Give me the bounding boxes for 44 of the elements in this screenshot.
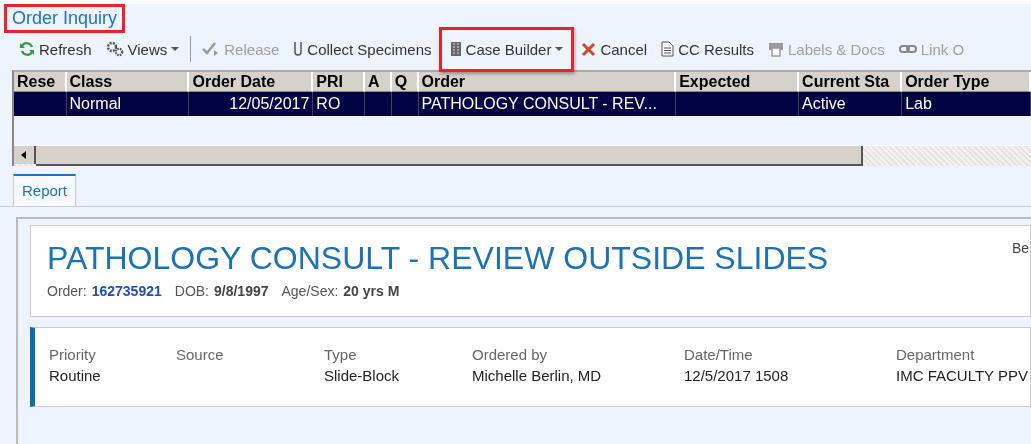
report-tab[interactable]: Report <box>13 174 77 206</box>
meta-value: 9/8/1997 <box>214 283 269 299</box>
order-number-link[interactable]: 162735921 <box>91 283 162 299</box>
meta-value: 20 yrs M <box>343 283 400 299</box>
detail-label: Source <box>176 346 225 363</box>
refresh-icon <box>19 41 35 57</box>
document-icon <box>661 41 675 57</box>
detail-value: Routine <box>49 367 102 384</box>
toolbar-button[interactable]: Collect Specimens <box>286 31 439 67</box>
toolbar-button[interactable]: CC Results <box>654 31 761 67</box>
detail-label: Type <box>324 346 358 363</box>
table-row[interactable]: Normal 12/05/2017 RO PATHOLOGY CONSULT - REV... Active Lab <box>14 92 1031 116</box>
detail-value: IMC FACULTY PPV <box>896 367 1028 384</box>
table-cell: Active <box>802 95 846 112</box>
table-cell: PATHOLOGY CONSULT - REV... <box>421 95 657 112</box>
table-cell: Normal <box>69 95 122 112</box>
scrollbar-thumb[interactable] <box>36 146 863 166</box>
toolbar-button[interactable]: Refresh <box>12 31 99 67</box>
toolbar-button[interactable]: Views <box>98 31 187 67</box>
corner-text: Be <box>1011 240 1029 258</box>
horizontal-scrollbar[interactable] <box>14 145 1031 166</box>
detail-label: Department <box>896 346 976 363</box>
toolbar-button[interactable]: Case Builder <box>438 26 575 72</box>
building-icon <box>449 41 462 57</box>
gears-icon <box>105 41 124 57</box>
table-cell: Lab <box>905 95 932 112</box>
table-cell: RO <box>316 95 341 112</box>
printer-icon <box>768 41 784 57</box>
report-heading: PATHOLOGY CONSULT - REVIEW OUTSIDE SLIDES <box>47 240 829 277</box>
detail-label: Ordered by <box>472 346 549 363</box>
detail-value: Slide-Block <box>324 367 401 384</box>
detail-label: Priority <box>49 346 97 363</box>
meta-label: Order: <box>47 283 87 299</box>
detail-label: Date/Time <box>684 346 754 363</box>
test-tube-icon <box>293 41 304 57</box>
page-title: Order Inquiry <box>4 4 126 33</box>
table-cell: 12/05/2017 <box>229 95 310 112</box>
link-icon <box>898 43 917 55</box>
close-icon <box>581 41 597 57</box>
toolbar-button[interactable]: Cancel <box>574 31 655 67</box>
detail-value: 12/5/2017 1508 <box>684 367 790 384</box>
meta-label: Age/Sex: <box>281 283 339 299</box>
meta-label: DOB: <box>174 283 209 299</box>
detail-value: Michelle Berlin, MD <box>472 367 603 384</box>
